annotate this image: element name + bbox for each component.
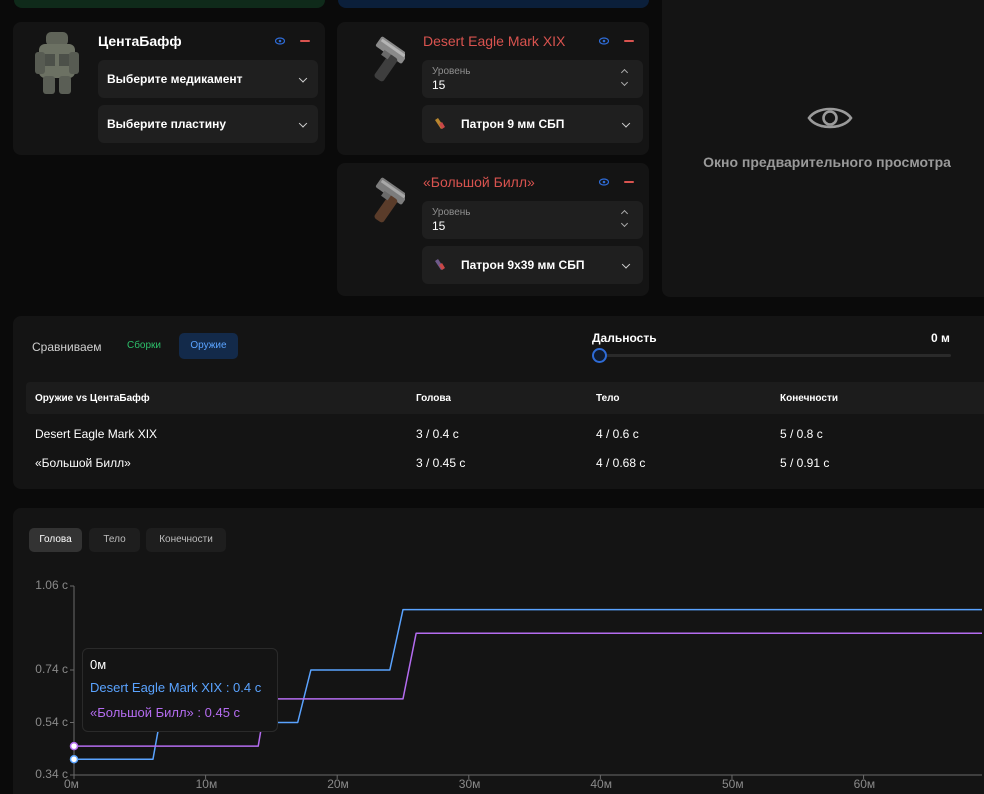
series-point-2 xyxy=(69,741,79,751)
series-point-1 xyxy=(69,755,79,764)
tooltip-x: 0м xyxy=(90,657,107,672)
x-tick-label: 20м xyxy=(327,777,349,791)
y-tick-label: 0.74 с xyxy=(35,662,68,676)
tooltip-series-1: Desert Eagle Mark XIX : 0.4 с xyxy=(90,680,262,695)
y-tick-label: 1.06 с xyxy=(35,578,68,592)
x-tick-label: 50м xyxy=(721,777,744,791)
y-tick-label: 0.54 с xyxy=(35,714,68,729)
x-tick-label: 30м xyxy=(458,777,481,791)
x-tick-label: 0м xyxy=(64,777,79,791)
y-tick-label: 0.34 с xyxy=(35,767,68,781)
chart-tooltip: 0м Desert Eagle Mark XIX : 0.4 с «Большо… xyxy=(82,648,278,732)
x-tick-label: 60м xyxy=(853,777,876,791)
x-tick-label: 40м xyxy=(590,777,612,791)
x-tick-label: 10м xyxy=(195,777,218,791)
tooltip-series-2: «Большой Билл» : 0.45 с xyxy=(90,705,241,720)
